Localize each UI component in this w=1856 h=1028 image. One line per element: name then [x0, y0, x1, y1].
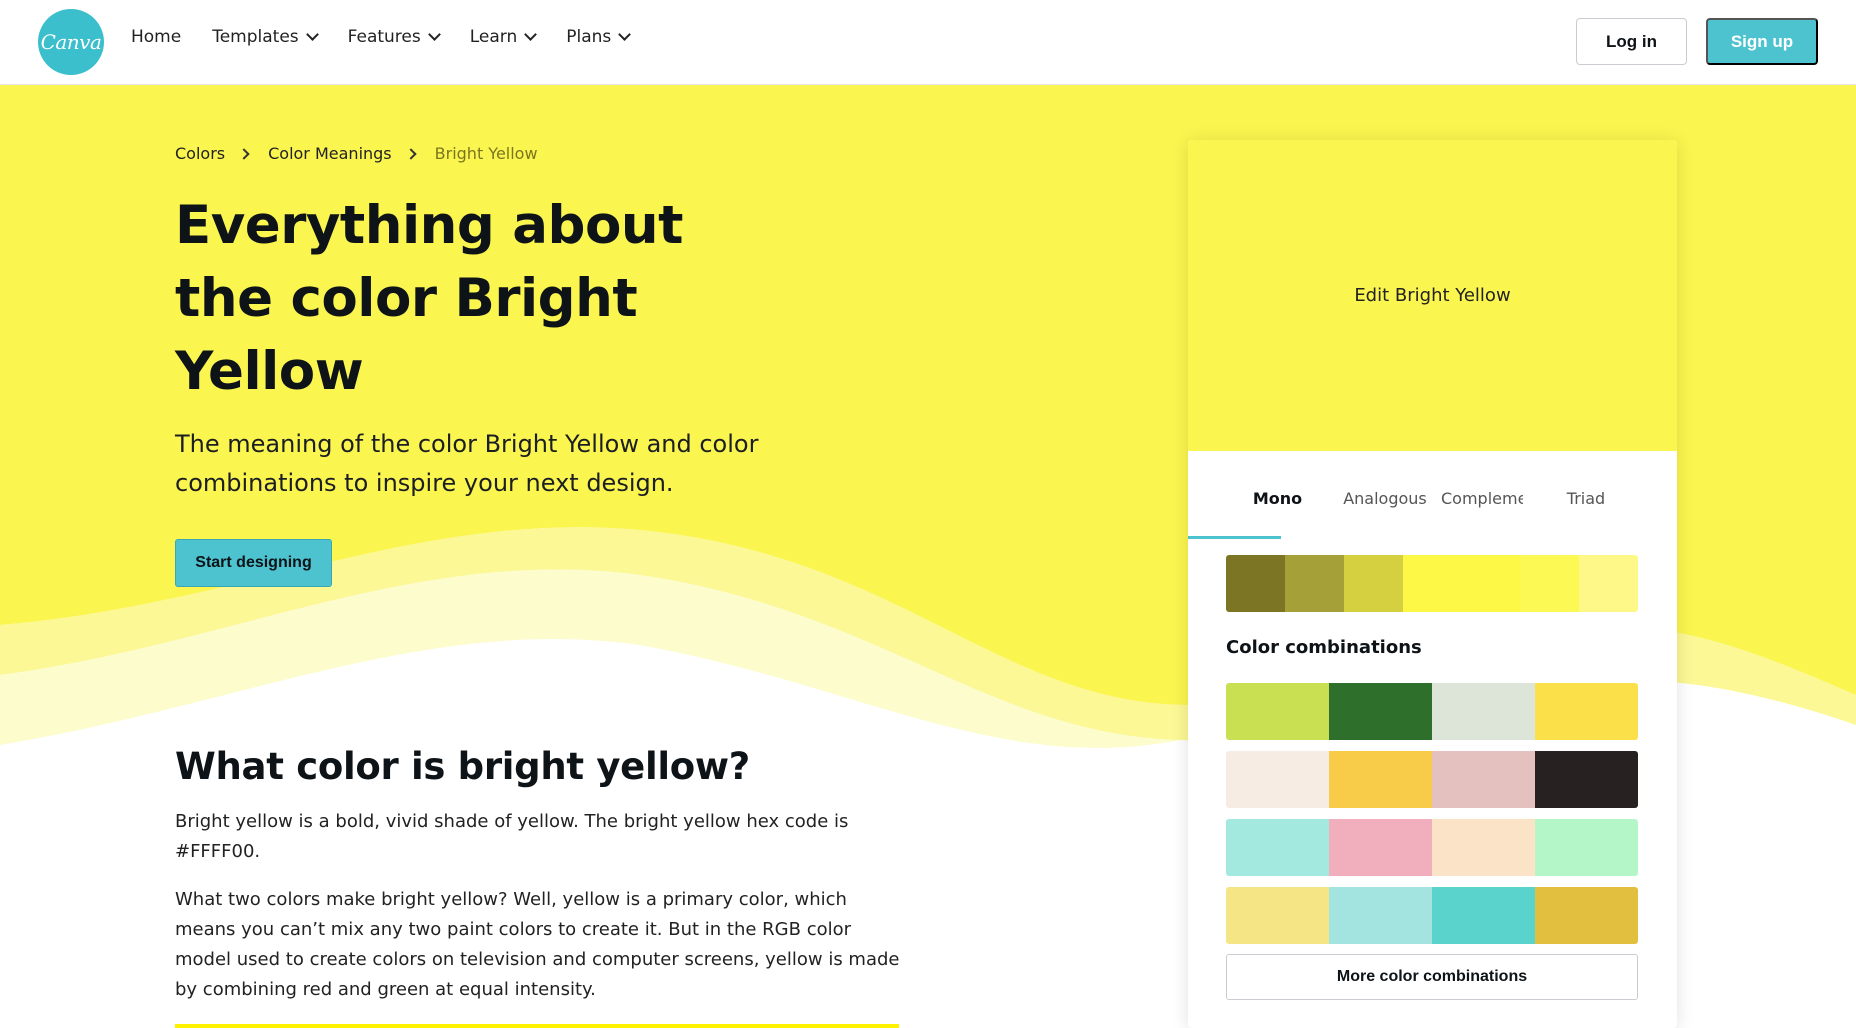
color-combination-swatch	[1432, 683, 1535, 740]
color-combination-swatch	[1226, 887, 1329, 944]
paragraph-hex-code: Bright yellow is a bold, vivid shade of …	[175, 811, 849, 862]
color-combination-swatch	[1226, 683, 1329, 740]
nav-item-templates[interactable]: Templates	[212, 27, 319, 47]
breadcrumb-link-colors[interactable]: Colors	[175, 144, 225, 163]
page-title: Everything about the color Bright Yellow	[175, 195, 683, 402]
color-combination-swatch	[1329, 887, 1432, 944]
color-combination-row[interactable]	[1226, 819, 1638, 876]
color-combination-swatch	[1535, 819, 1638, 876]
login-button[interactable]: Log in	[1576, 18, 1687, 65]
logo-text: Canva	[40, 30, 102, 54]
section-title: What color is bright yellow?	[175, 745, 750, 788]
tab-analogous[interactable]: Analogous	[1341, 489, 1429, 529]
nav-item-learn[interactable]: Learn	[469, 27, 538, 47]
yellow-divider	[175, 1024, 899, 1028]
canva-logo[interactable]: Canva	[38, 9, 104, 75]
start-designing-button[interactable]: Start designing	[175, 539, 332, 587]
color-combination-swatch	[1535, 751, 1638, 808]
color-combination-row[interactable]	[1226, 683, 1638, 740]
tab-triad[interactable]: Triad	[1536, 489, 1636, 529]
color-combination-swatch	[1432, 751, 1535, 808]
color-combination-swatch	[1226, 751, 1329, 808]
nav-label: Home	[131, 27, 182, 47]
color-palette-card: Edit Bright Yellow Mono Analogous Comple…	[1188, 140, 1677, 1028]
color-combination-swatch	[1432, 887, 1535, 944]
color-combination-swatch	[1226, 819, 1329, 876]
color-combination-swatch	[1535, 683, 1638, 740]
mono-shade-swatch[interactable]	[1284, 555, 1344, 612]
top-navigation-bar: Canva Home Templates Features Learn Plan…	[0, 0, 1856, 85]
color-combination-swatch	[1432, 819, 1535, 876]
nav-label: Features	[347, 27, 421, 47]
nav-item-home[interactable]: Home	[131, 27, 181, 47]
nav-item-plans[interactable]: Plans	[566, 27, 632, 47]
color-combination-swatch	[1329, 683, 1432, 740]
chevron-down-icon	[524, 28, 538, 41]
nav-label: Learn	[469, 27, 518, 47]
mono-shade-swatch[interactable]	[1579, 555, 1638, 612]
signup-button[interactable]: Sign up	[1706, 18, 1818, 65]
color-combination-row[interactable]	[1226, 751, 1638, 808]
breadcrumb-link-color-meanings[interactable]: Color Meanings	[268, 144, 392, 163]
mono-shade-swatch[interactable]	[1461, 555, 1521, 612]
main-nav: Home Templates Features Learn Plans	[131, 27, 632, 47]
color-combination-swatch	[1329, 751, 1432, 808]
hero-subtitle: The meaning of the color Bright Yellow a…	[175, 430, 759, 497]
tab-mono[interactable]: Mono	[1231, 489, 1324, 529]
chevron-down-icon	[618, 28, 632, 41]
edit-color-label[interactable]: Edit Bright Yellow	[1354, 285, 1510, 306]
color-combinations-grid	[1226, 683, 1638, 955]
chevron-right-icon	[404, 147, 417, 160]
mono-shade-swatch[interactable]	[1520, 555, 1580, 612]
color-combination-swatch	[1329, 819, 1432, 876]
breadcrumb: Colors Color Meanings Bright Yellow	[175, 144, 538, 163]
color-combination-swatch	[1535, 887, 1638, 944]
chevron-down-icon	[305, 28, 319, 41]
mono-shade-strip	[1226, 555, 1638, 612]
tab-complementary[interactable]: Complementary	[1441, 489, 1523, 529]
palette-tabs: Mono Analogous Complementary Triad	[1231, 489, 1636, 529]
paragraph-rgb-mixing: What two colors make bright yellow? Well…	[175, 889, 900, 1000]
mono-shade-swatch[interactable]	[1343, 555, 1403, 612]
active-tab-indicator	[1188, 536, 1281, 539]
breadcrumb-current: Bright Yellow	[434, 144, 538, 163]
color-combinations-title: Color combinations	[1226, 637, 1422, 658]
more-color-combinations-button[interactable]: More color combinations	[1226, 954, 1638, 1000]
color-combination-row[interactable]	[1226, 887, 1638, 944]
mono-shade-swatch[interactable]	[1226, 555, 1285, 612]
chevron-right-icon	[238, 147, 250, 160]
nav-label: Templates	[212, 27, 299, 47]
chevron-down-icon	[427, 28, 441, 41]
mono-shade-swatch[interactable]	[1402, 555, 1462, 612]
main-color-swatch[interactable]: Edit Bright Yellow	[1188, 140, 1677, 451]
nav-label: Plans	[566, 27, 612, 47]
nav-item-features[interactable]: Features	[347, 27, 441, 47]
